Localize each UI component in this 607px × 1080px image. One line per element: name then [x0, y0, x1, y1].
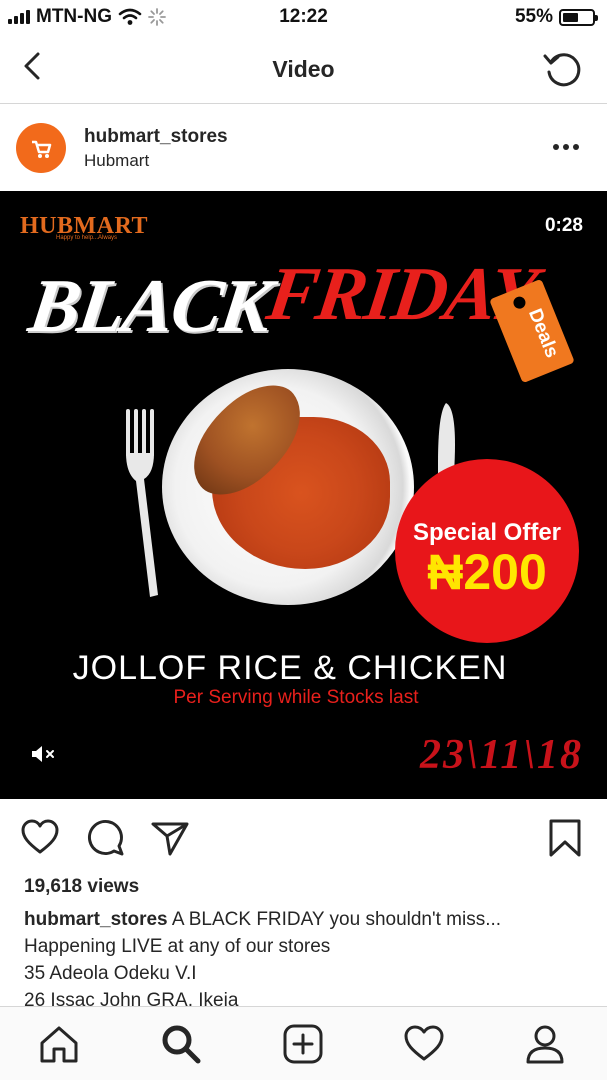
deals-label: Deals [523, 305, 563, 361]
post-actions [0, 800, 607, 874]
video-timer: 0:28 [544, 215, 583, 236]
add-post-icon[interactable] [282, 1023, 324, 1065]
tab-bar [0, 1006, 607, 1080]
status-bar: MTN-NG 12:22 55% [0, 0, 607, 34]
home-icon[interactable] [38, 1023, 80, 1065]
fork-icon [126, 409, 158, 597]
caption-line: 35 Adeola Odeku V.I [24, 963, 197, 984]
nav-header: Video [0, 34, 607, 104]
speaker-muted-icon[interactable] [30, 743, 58, 765]
heart-icon[interactable] [20, 818, 60, 858]
headline-black: BLACK [24, 264, 276, 348]
caption-line: hubmart_stores A BLACK FRIDAY you should… [24, 906, 594, 933]
refresh-icon[interactable] [541, 48, 585, 92]
caption-text: A BLACK FRIDAY you shouldn't miss... [167, 909, 502, 930]
deals-tag: Deals [489, 278, 575, 384]
post-username[interactable]: hubmart_stores [84, 126, 228, 148]
battery-icon [559, 8, 598, 26]
page-title: Video [272, 56, 335, 82]
send-icon[interactable] [150, 818, 190, 858]
more-horizontal-icon[interactable] [553, 139, 585, 155]
bookmark-icon[interactable] [545, 818, 585, 858]
dish-name: JOLLOF RICE & CHICKEN [72, 649, 508, 687]
caption-line: Happening LIVE at any of our stores [24, 936, 331, 957]
post-header: hubmart_stores Hubmart [0, 105, 607, 191]
caption: hubmart_stores A BLACK FRIDAY you should… [24, 906, 594, 1006]
video-player[interactable]: HUBMART Happy to help...Always 0:28 BLAC… [0, 191, 607, 799]
offer-price: ₦200 [427, 544, 547, 600]
battery-group: 55% [514, 6, 598, 28]
caption-line: 26 Issac John GRA, Ikeja [24, 990, 239, 1006]
profile-icon[interactable] [524, 1023, 566, 1065]
view-count[interactable]: 19,618 views [24, 876, 139, 898]
activity-heart-icon[interactable] [403, 1023, 445, 1065]
dish-subtitle: Per Serving while Stocks last [173, 687, 419, 708]
caption-viewport: hubmart_stores A BLACK FRIDAY you should… [0, 906, 607, 1006]
brand-tagline: Happy to help...Always [56, 235, 118, 241]
offer-date: 23\11\18 [419, 732, 583, 778]
comment-icon[interactable] [86, 818, 126, 858]
hubmart-logo-icon [32, 140, 52, 158]
post-subtitle[interactable]: Hubmart [84, 151, 149, 171]
avatar[interactable] [16, 123, 66, 173]
search-icon[interactable] [160, 1023, 202, 1065]
caption-username[interactable]: hubmart_stores [24, 909, 168, 930]
battery-percent: 55% [514, 6, 553, 27]
